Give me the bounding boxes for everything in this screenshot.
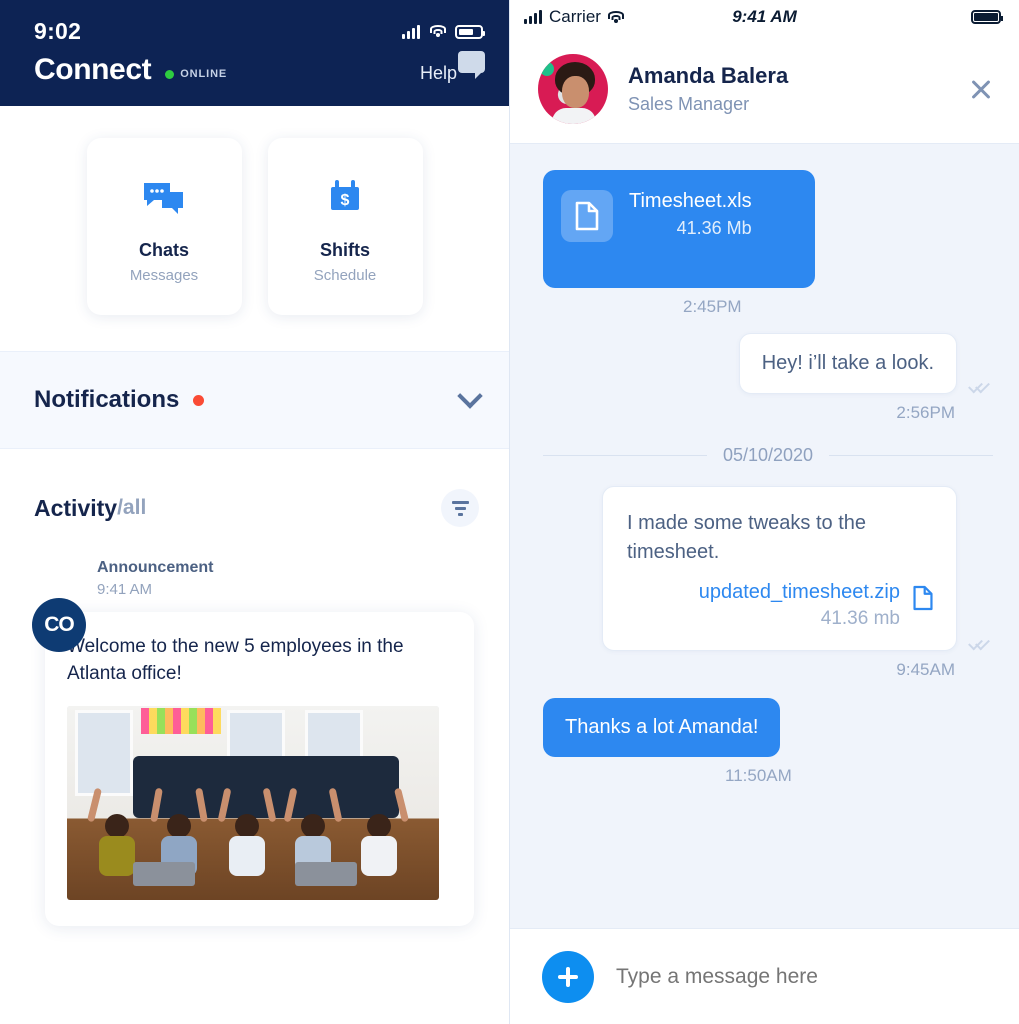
message-time: 2:56PM	[896, 403, 955, 422]
message-text-outgoing: Thanks a lot Amanda! 11:50AM	[543, 698, 993, 786]
message-time: 11:50AM	[725, 766, 792, 785]
status-time: 9:41 AM	[732, 7, 797, 26]
red-dot-badge	[193, 394, 205, 406]
close-icon[interactable]	[969, 77, 993, 101]
online-dot-icon	[165, 69, 175, 79]
announcement-card[interactable]: Welcome to the new 5 employees in the At…	[45, 612, 474, 926]
status-time: 9:02	[34, 18, 82, 44]
signal-bars-icon	[402, 24, 420, 39]
attachment-bubble[interactable]: I made some tweaks to the timesheet. upd…	[602, 486, 957, 651]
file-meta: Timesheet.xls 41.36 Mb	[629, 190, 752, 242]
message-text: I made some tweaks to the timesheet.	[627, 512, 867, 563]
message-file-outgoing: Timesheet.xls 41.36 Mb 2:45PM	[543, 170, 993, 317]
attachment-meta: updated_timesheet.zip 41.36 mb	[699, 581, 900, 630]
card-shifts[interactable]: $ Shifts Schedule	[267, 138, 423, 315]
text-bubble[interactable]: Thanks a lot Amanda!	[543, 698, 781, 757]
left-status-bar: 9:02	[0, 0, 509, 45]
activity-title: Activity	[34, 494, 118, 521]
message-composer	[510, 928, 1019, 1024]
right-panel: Carrier 9:41 AM Amanda Balera Sales Mana…	[510, 0, 1019, 1024]
app-title: Connect	[34, 53, 152, 86]
bubble-row: I made some tweaks to the timesheet. upd…	[602, 486, 993, 651]
activity-header: Activity /all	[0, 449, 509, 527]
announcement-text: Welcome to the new 5 employees in the At…	[67, 636, 404, 684]
date-divider: 05/10/2020	[543, 445, 993, 466]
team-celebration-photo	[67, 705, 439, 900]
quick-action-cards: Chats Messages $ Shifts Schedule	[0, 106, 509, 315]
online-label: ONLINE	[180, 68, 228, 80]
double-check-icon	[969, 378, 993, 394]
text-bubble[interactable]: Hey! i’ll take a look.	[738, 333, 957, 394]
divider-date: 05/10/2020	[722, 445, 814, 465]
message-time: 9:45AM	[896, 660, 955, 679]
file-size: 41.36 Mb	[676, 218, 752, 238]
help-button[interactable]: Help	[419, 50, 485, 84]
chevron-down-icon[interactable]	[457, 383, 483, 409]
announcement-label: Announcement	[97, 559, 214, 576]
help-label: Help	[419, 62, 457, 83]
contact-role: Sales Manager	[628, 93, 750, 114]
document-icon	[912, 585, 934, 616]
activity-subtitle: /all	[117, 496, 147, 519]
message-attachment-incoming: I made some tweaks to the timesheet. upd…	[543, 486, 993, 680]
message-thread: Timesheet.xls 41.36 Mb 2:45PM Hey! i’ll …	[510, 144, 1019, 928]
message-text: Hey! i’ll take a look.	[761, 352, 934, 374]
conversation-header: Amanda Balera Sales Manager	[510, 34, 1019, 144]
card-shifts-subtitle: Schedule	[313, 266, 377, 284]
double-check-icon	[969, 635, 993, 651]
online-status: ONLINE	[165, 60, 227, 80]
announcement-time: 9:41 AM	[97, 581, 153, 598]
chat-bubbles-icon	[142, 170, 186, 226]
card-chats-title: Chats	[138, 239, 189, 260]
chat-bubble-icon	[458, 50, 485, 79]
svg-text:$: $	[341, 192, 350, 209]
attachment-size: 41.36 mb	[820, 608, 900, 629]
card-chats[interactable]: Chats Messages	[86, 138, 242, 315]
battery-full-icon	[971, 10, 1003, 24]
attachment-name[interactable]: updated_timesheet.zip	[699, 581, 900, 604]
left-panel: 9:02 Connect ONLINE Help Chats Messages …	[0, 0, 510, 1024]
message-text-incoming: Hey! i’ll take a look. 2:56PM	[543, 333, 993, 423]
card-shifts-title: Shifts	[319, 239, 370, 260]
contact-names: Amanda Balera Sales Manager	[628, 63, 788, 115]
file-bubble[interactable]: Timesheet.xls 41.36 Mb	[543, 170, 815, 288]
left-header: 9:02 Connect ONLINE Help	[0, 0, 509, 106]
app-root: 9:02 Connect ONLINE Help Chats Messages …	[0, 0, 1019, 1024]
announcement-header: Announcement 9:41 AM	[0, 527, 509, 598]
document-icon	[561, 190, 613, 242]
wifi-icon	[429, 25, 446, 38]
plus-icon[interactable]	[542, 950, 594, 1003]
battery-icon	[455, 24, 485, 39]
online-dot-icon	[540, 61, 554, 76]
message-text: Thanks a lot Amanda!	[565, 716, 759, 738]
notifications-section[interactable]: Notifications	[0, 351, 509, 449]
card-chats-subtitle: Messages	[129, 266, 199, 284]
left-title-row: Connect ONLINE Help	[0, 45, 509, 87]
file-name: Timesheet.xls	[629, 190, 752, 212]
status-icons	[402, 24, 485, 39]
message-time: 2:45PM	[683, 297, 742, 316]
calendar-dollar-icon: $	[325, 170, 365, 226]
filter-icon[interactable]	[441, 489, 479, 527]
message-input[interactable]	[616, 964, 946, 989]
contact-name: Amanda Balera	[628, 62, 789, 88]
avatar: CO	[32, 598, 86, 652]
amanda-avatar[interactable]	[538, 53, 608, 124]
notifications-title: Notifications	[34, 386, 180, 413]
right-status-bar: Carrier 9:41 AM	[510, 0, 1019, 34]
bubble-row: Hey! i’ll take a look.	[738, 333, 993, 394]
attachment[interactable]: updated_timesheet.zip 41.36 mb	[627, 581, 934, 630]
